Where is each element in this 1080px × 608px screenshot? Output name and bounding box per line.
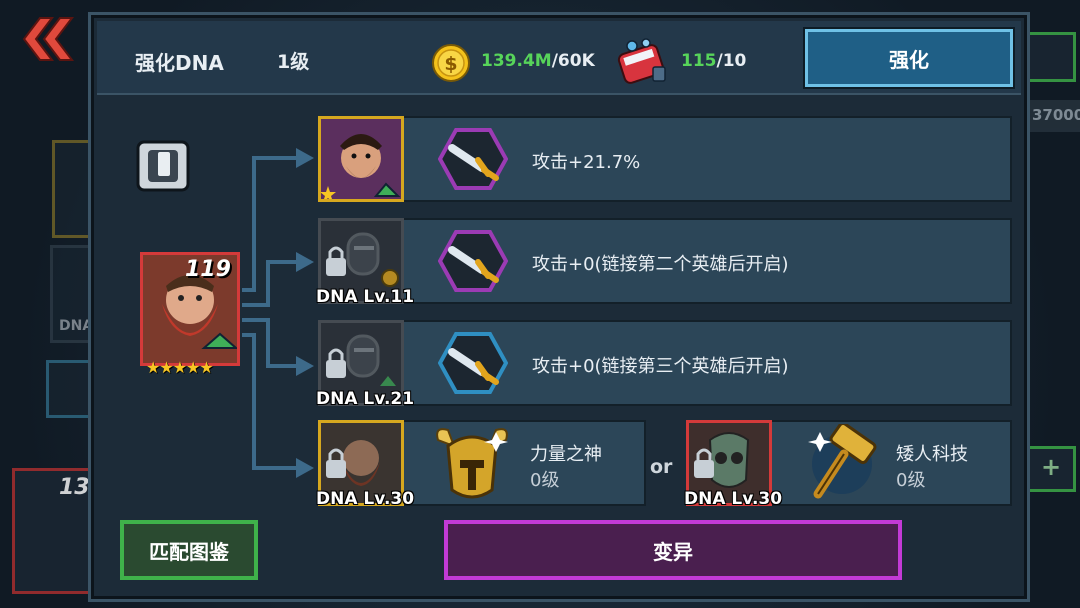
dna-level-requirement: DNA Lv.11 [316, 287, 415, 307]
god-of-strength-helmet-icon [436, 428, 508, 499]
back-arrow-icon[interactable] [20, 14, 76, 64]
dna-have: 115 [681, 51, 717, 71]
plus-icon: + [1041, 453, 1062, 481]
svg-text:$: $ [444, 53, 457, 75]
strengthen-button[interactable]: 强化 [805, 29, 1013, 87]
dna-level-requirement: DNA Lv.30 [684, 489, 783, 509]
dna-vial-icon [136, 140, 190, 192]
dna-item-icon [617, 38, 666, 84]
background-hero-card: 13 [12, 468, 98, 594]
page-title: 强化DNA [135, 51, 224, 75]
bonus-stat-text: 攻击+0(链接第三个英雄后开启) [532, 356, 789, 377]
sword-attack-icon [438, 332, 508, 394]
linked-hero-portrait[interactable] [318, 116, 404, 202]
background-hero-level: 13 [59, 475, 90, 500]
background-plus-card: + [1026, 446, 1076, 492]
bonus-stat-text: 攻击+21.7% [532, 152, 641, 173]
mutation-level: 0级 [896, 470, 926, 491]
match-collection-button[interactable]: 匹配图鉴 [120, 520, 258, 580]
background-counter: 37000 [1026, 100, 1080, 132]
sword-attack-icon [438, 128, 508, 190]
background-counter-text: 37000 [1032, 106, 1080, 124]
pirate-hero-portrait [321, 119, 401, 199]
mutation-level: 0级 [530, 470, 560, 491]
bonus-row [320, 116, 1012, 202]
dna-need: /10 [716, 51, 747, 71]
hero-stars: ★★★★★ [146, 358, 214, 377]
gold-coin-icon: $ [432, 44, 470, 82]
gold-amount: 139.4M/60K [481, 51, 595, 71]
dna-level-requirement: DNA Lv.21 [316, 389, 415, 409]
bonus-stat-text: 攻击+0(链接第二个英雄后开启) [532, 254, 789, 275]
mutation-name: 矮人科技 [896, 444, 968, 465]
link-connector [242, 148, 314, 478]
mutation-name: 力量之神 [530, 444, 602, 465]
main-hero-card[interactable]: 119 [140, 252, 240, 366]
background-rank-card [1026, 32, 1076, 82]
dwarf-tech-hammer-icon [808, 424, 877, 499]
mutate-button[interactable]: 变异 [444, 520, 902, 580]
gold-need: /60K [551, 51, 595, 71]
dna-level: 1级 [277, 51, 310, 73]
dna-level-requirement: DNA Lv.30 [316, 489, 415, 509]
dna-amount: 115/10 [681, 51, 746, 71]
or-label: or [650, 456, 673, 478]
gold-have: 139.4M [481, 51, 552, 71]
sword-attack-icon [438, 230, 508, 292]
panel-header: 强化DNA 1级 $ 139.4M/60K 115/10 强化 [97, 21, 1021, 95]
hero-level: 119 [185, 257, 231, 282]
